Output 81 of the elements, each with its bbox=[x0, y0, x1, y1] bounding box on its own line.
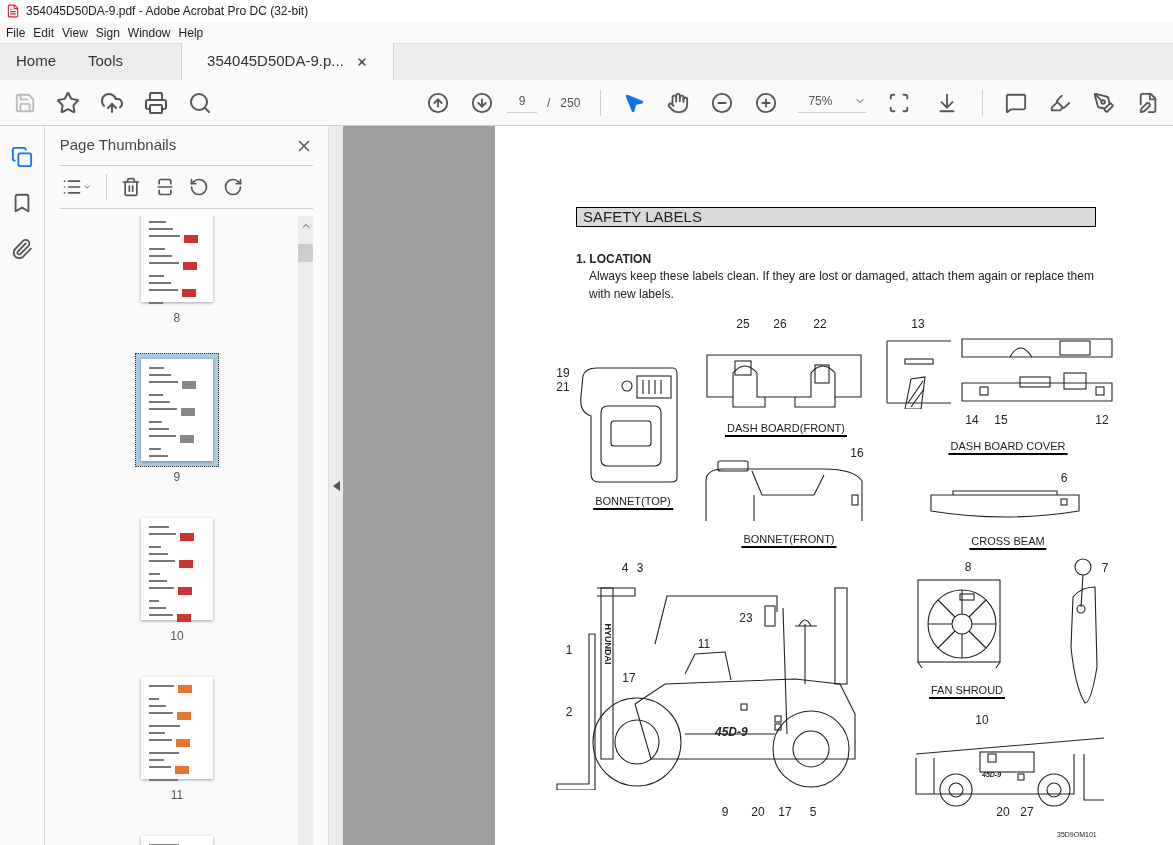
trash-icon[interactable] bbox=[120, 177, 141, 197]
zoom-out-icon[interactable] bbox=[711, 91, 734, 114]
cloud-upload-icon[interactable] bbox=[100, 90, 124, 115]
figure-caption: BONNET(FRONT) bbox=[741, 533, 837, 548]
callout-number: 8 bbox=[963, 560, 973, 574]
tab[interactable]: Home bbox=[0, 43, 72, 80]
callout-number: 14 bbox=[964, 413, 980, 427]
page-number-label: 8 bbox=[173, 310, 181, 326]
menu-item[interactable]: Help bbox=[174, 23, 208, 42]
window-title: 354045D50DA-9.pdf - Adobe Acrobat Pro DC (32-bit) bbox=[26, 3, 309, 20]
pedal-drawing bbox=[885, 339, 953, 409]
star-icon[interactable] bbox=[56, 90, 80, 115]
figure-caption: DASH BOARD COVER bbox=[948, 440, 1068, 455]
callout-number: 19 bbox=[555, 366, 571, 380]
pdf-file-icon bbox=[6, 4, 20, 18]
search-icon[interactable] bbox=[188, 90, 212, 115]
tab[interactable]: 354045D50DA-9.p... bbox=[181, 43, 394, 80]
figure-caption: FAN SHROUD bbox=[928, 684, 1006, 699]
callout-number: 11 bbox=[696, 637, 712, 651]
panel-collapse-handle[interactable] bbox=[328, 126, 343, 845]
pages-icon[interactable] bbox=[10, 146, 33, 168]
subsection-heading: 1. LOCATION bbox=[576, 251, 653, 267]
callout-number: 1 bbox=[564, 643, 574, 657]
callout-number: 22 bbox=[812, 317, 828, 331]
callout-number: 7 bbox=[1100, 561, 1110, 575]
model-lettering: 45D-9 bbox=[715, 726, 748, 738]
scrollbar-thumb[interactable] bbox=[298, 244, 314, 262]
callout-number: 15 bbox=[993, 413, 1009, 427]
callout-number: 20 bbox=[995, 805, 1011, 819]
zoom-in-icon[interactable] bbox=[755, 91, 778, 114]
callout-number: 4 bbox=[620, 561, 630, 575]
close-icon[interactable] bbox=[355, 55, 368, 68]
section-heading: SAFETY LABELS bbox=[576, 207, 1096, 227]
page-number-field[interactable]: 9 bbox=[507, 92, 537, 113]
callout-number: 17 bbox=[621, 671, 637, 685]
callout-number: 2 bbox=[564, 705, 574, 719]
callout-number: 13 bbox=[910, 317, 926, 331]
callout-number: 6 bbox=[1059, 471, 1069, 485]
callout-number: 3 bbox=[635, 561, 645, 575]
figure-caption: CROSS BEAM bbox=[969, 535, 1047, 550]
callout-number: 23 bbox=[738, 611, 754, 625]
printer-icon[interactable] bbox=[144, 90, 168, 115]
callout-number: 25 bbox=[735, 317, 751, 331]
callout-number: 17 bbox=[777, 805, 793, 819]
tab[interactable]: Tools bbox=[72, 43, 140, 80]
pen-icon[interactable] bbox=[1093, 91, 1116, 114]
panel-title: Page Thumbnails bbox=[59, 135, 177, 156]
arrow-up-icon[interactable] bbox=[427, 91, 449, 114]
figure-caption: DASH BOARD(FRONT) bbox=[725, 422, 847, 437]
callout-number: 10 bbox=[974, 713, 990, 727]
paragraph: Always keep these labels clean. If they are lost or damaged, attach them again or replace them with new labels. bbox=[589, 268, 1095, 303]
zoom-dropdown[interactable]: 75% bbox=[798, 92, 867, 113]
mast-lettering: HYUNDAI bbox=[602, 623, 613, 665]
callout-number: 12 bbox=[1094, 413, 1110, 427]
callout-number: 27 bbox=[1019, 805, 1035, 819]
menu-item[interactable]: View bbox=[58, 23, 92, 42]
hand-icon[interactable] bbox=[667, 91, 690, 114]
comment-icon[interactable] bbox=[1005, 91, 1028, 114]
figure-caption: BONNET(TOP) bbox=[593, 495, 673, 510]
page-number-label: 11 bbox=[170, 787, 184, 803]
page-total: 250 bbox=[560, 94, 581, 112]
callout-number: 5 bbox=[808, 805, 818, 819]
callout-number: 9 bbox=[720, 805, 730, 819]
rotate-left-icon[interactable] bbox=[188, 177, 209, 197]
rotate-right-icon[interactable] bbox=[222, 177, 243, 197]
arrow-down-icon[interactable] bbox=[471, 91, 493, 114]
options-icon[interactable] bbox=[61, 177, 92, 197]
menu-item[interactable]: Window bbox=[123, 23, 175, 42]
page-number-label: 10 bbox=[170, 628, 184, 644]
page-number-label: 9 bbox=[173, 469, 181, 485]
menu-item[interactable]: Edit bbox=[29, 23, 59, 42]
callout-number: 26 bbox=[772, 317, 788, 331]
callout-number: 21 bbox=[555, 380, 571, 394]
menu-item[interactable]: File bbox=[2, 23, 30, 42]
callout-number: 20 bbox=[750, 805, 766, 819]
menu-item[interactable]: Sign bbox=[91, 23, 124, 42]
page-separator: / bbox=[547, 94, 551, 112]
page-thumbnail[interactable] bbox=[134, 353, 219, 467]
fit-page-icon[interactable] bbox=[888, 91, 911, 114]
paperclip-icon[interactable] bbox=[10, 238, 33, 260]
callout-number: 16 bbox=[849, 446, 865, 460]
